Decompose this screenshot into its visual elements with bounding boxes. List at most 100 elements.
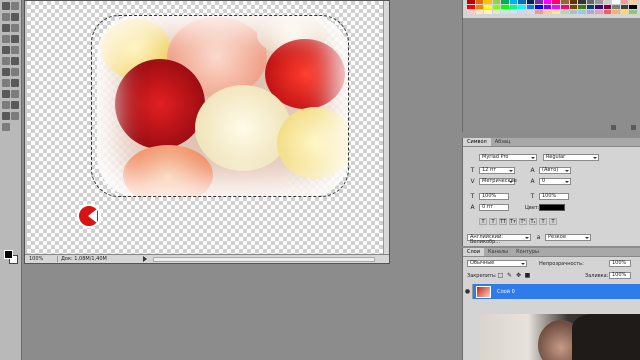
faux-bold-button[interactable]: T <box>479 218 487 225</box>
swatch[interactable] <box>467 10 475 14</box>
swatch[interactable] <box>578 10 586 14</box>
horizontal-scrollbar[interactable] <box>153 256 375 262</box>
opacity-field[interactable]: 100% <box>609 260 631 267</box>
lasso-tool-icon[interactable] <box>2 13 10 21</box>
type-tool-icon[interactable] <box>11 79 19 87</box>
subscript-button[interactable]: T₁ <box>529 218 537 225</box>
swatch[interactable] <box>612 0 620 4</box>
swatch[interactable] <box>467 5 475 9</box>
tracking-field[interactable]: 0 <box>539 178 571 185</box>
swatch[interactable] <box>509 5 518 9</box>
tab-character[interactable]: Символ <box>463 138 491 146</box>
swatch[interactable] <box>552 0 561 4</box>
swatch[interactable] <box>535 5 543 9</box>
swatch[interactable] <box>629 0 637 4</box>
swatch[interactable] <box>612 10 620 14</box>
doc-size[interactable]: Док: 1,08M/1,40M <box>57 256 137 262</box>
leading-field[interactable]: (Авто) <box>539 167 571 174</box>
kerning-field[interactable]: Метрические <box>479 178 517 185</box>
dodge-tool-icon[interactable] <box>11 68 19 76</box>
swatch[interactable] <box>475 5 484 9</box>
marquee-tool-icon[interactable] <box>11 2 19 10</box>
swatch[interactable] <box>509 10 518 14</box>
swatch[interactable] <box>492 10 501 14</box>
swatch[interactable] <box>543 5 552 9</box>
swatch[interactable] <box>484 5 492 9</box>
antialias-select[interactable]: Резкое <box>545 234 591 241</box>
tab-channels[interactable]: Каналы <box>484 248 512 256</box>
swatch[interactable] <box>603 5 612 9</box>
swatch[interactable] <box>518 0 526 4</box>
swatch[interactable] <box>569 5 578 9</box>
swatch[interactable] <box>603 10 612 14</box>
rotate-view-icon[interactable] <box>11 112 19 120</box>
swatch[interactable] <box>569 0 578 4</box>
swatch[interactable] <box>569 10 578 14</box>
swatch[interactable] <box>561 5 569 9</box>
swatch[interactable] <box>535 10 543 14</box>
clone-stamp-icon[interactable] <box>2 46 10 54</box>
brush-tool-icon[interactable] <box>11 35 19 43</box>
gradient-tool-icon[interactable] <box>11 57 19 65</box>
swatch[interactable] <box>484 10 492 14</box>
lock-pixels-icon[interactable]: ✎ <box>506 272 513 279</box>
crop-tool-icon[interactable] <box>2 24 10 32</box>
swatch[interactable] <box>612 5 620 9</box>
eye-icon[interactable]: ● <box>463 284 473 299</box>
swatch[interactable] <box>535 0 543 4</box>
swatch[interactable] <box>501 10 509 14</box>
vertical-scale-field[interactable]: 100% <box>479 193 509 200</box>
swatch[interactable] <box>629 5 637 9</box>
history-brush-icon[interactable] <box>11 46 19 54</box>
swatch[interactable] <box>586 0 595 4</box>
panel-pin-icon[interactable] <box>611 125 616 130</box>
swatch[interactable] <box>552 10 561 14</box>
foreground-color-swatch[interactable] <box>4 250 13 259</box>
swatch[interactable] <box>484 0 492 4</box>
font-size-field[interactable]: 12 пт <box>479 167 515 174</box>
swatch[interactable] <box>586 5 595 9</box>
3d-camera-icon[interactable] <box>11 101 19 109</box>
swatch[interactable] <box>526 5 535 9</box>
swatch[interactable] <box>561 10 569 14</box>
swatch[interactable] <box>586 10 595 14</box>
swatch[interactable] <box>578 0 586 4</box>
strikethrough-button[interactable]: T <box>549 218 557 225</box>
canvas[interactable] <box>27 1 389 255</box>
swatch[interactable] <box>501 5 509 9</box>
healing-brush-icon[interactable] <box>2 35 10 43</box>
faux-italic-button[interactable]: T <box>489 218 497 225</box>
swatch[interactable] <box>552 5 561 9</box>
swatch[interactable] <box>595 10 603 14</box>
lock-transparency-icon[interactable]: □ <box>497 272 504 279</box>
swatch[interactable] <box>526 10 535 14</box>
font-style-select[interactable]: Regular <box>543 154 599 161</box>
swatch[interactable] <box>475 0 484 4</box>
swatch[interactable] <box>509 0 518 4</box>
tab-layers[interactable]: Слои <box>463 248 484 256</box>
zoom-level[interactable]: 100% <box>29 256 51 262</box>
text-color-swatch[interactable] <box>539 204 565 211</box>
swatch[interactable] <box>467 0 475 4</box>
all-caps-button[interactable]: TT <box>499 218 507 225</box>
swatch[interactable] <box>620 10 629 14</box>
swatch[interactable] <box>620 5 629 9</box>
tab-paragraph[interactable]: Абзац <box>491 138 515 146</box>
shape-tool-icon[interactable] <box>11 90 19 98</box>
lock-all-icon[interactable]: ■ <box>524 272 531 279</box>
language-select[interactable]: Английский: Великобр... <box>467 234 531 245</box>
swatch[interactable] <box>543 0 552 4</box>
underline-button[interactable]: T <box>539 218 547 225</box>
eraser-tool-icon[interactable] <box>2 57 10 65</box>
blur-tool-icon[interactable] <box>2 68 10 76</box>
small-caps-button[interactable]: Tт <box>509 218 517 225</box>
layer-name[interactable]: Слой 0 <box>497 289 515 295</box>
swatch[interactable] <box>518 5 526 9</box>
swatch[interactable] <box>578 5 586 9</box>
swatch[interactable] <box>492 0 501 4</box>
swatch[interactable] <box>629 10 637 14</box>
status-arrow-icon[interactable] <box>143 256 147 262</box>
swatch[interactable] <box>501 0 509 4</box>
tab-paths[interactable]: Контуры <box>512 248 543 256</box>
path-select-icon[interactable] <box>2 90 10 98</box>
